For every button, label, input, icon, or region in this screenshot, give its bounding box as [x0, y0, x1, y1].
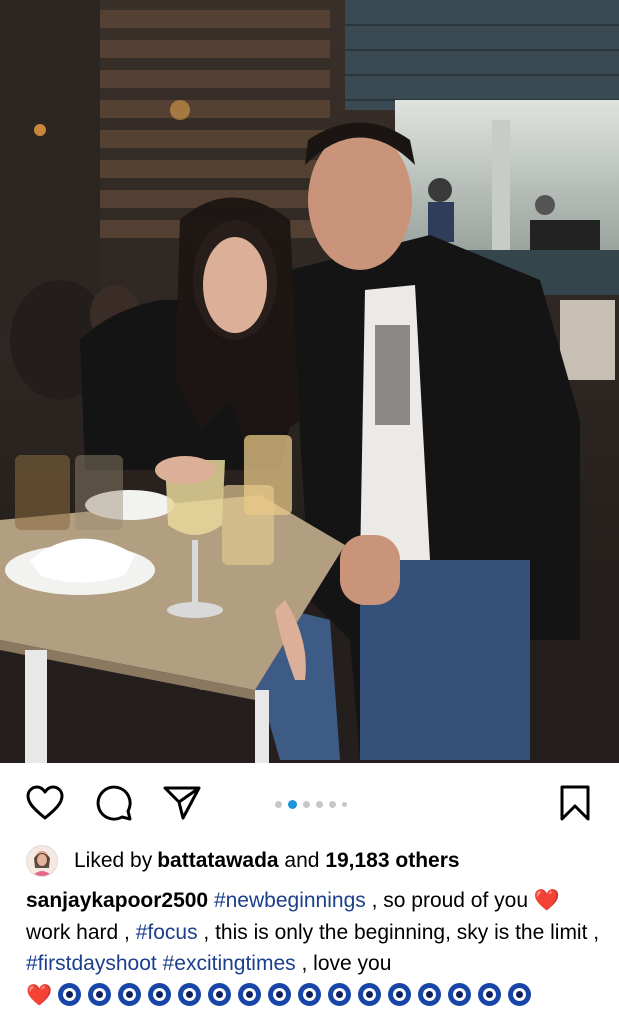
evil-eye-icon: [238, 982, 261, 1006]
caption-text: work hard ,: [26, 920, 136, 944]
evil-eye-icon: [388, 982, 411, 1006]
comment-button[interactable]: [94, 783, 134, 823]
evil-eye-icon: [358, 982, 381, 1006]
evil-eye-icon: [88, 982, 111, 1006]
evil-eye-emoji-row: [58, 982, 538, 1007]
bookmark-icon: [560, 785, 590, 821]
carousel-dot: [316, 801, 323, 808]
caption-text: , so proud of you: [365, 889, 534, 912]
evil-eye-icon: [418, 982, 441, 1006]
comment-bubble-icon: [96, 785, 132, 821]
save-button[interactable]: [555, 783, 595, 823]
likes-prefix: Liked by: [74, 849, 153, 872]
carousel-dot: [342, 802, 347, 807]
carousel-dot: [303, 801, 310, 808]
caption-text: , love you: [295, 952, 392, 975]
evil-eye-icon: [58, 982, 81, 1006]
send-paper-plane-icon: [163, 786, 201, 820]
evil-eye-icon: [268, 982, 291, 1006]
caption-text: , this is only the beginning, sky is the…: [197, 920, 600, 944]
evil-eye-icon: [478, 982, 501, 1006]
carousel-indicator: [275, 800, 347, 809]
liker-username[interactable]: battatawada: [157, 849, 278, 873]
likes-connector: and: [278, 849, 326, 872]
evil-eye-icon: [148, 982, 171, 1006]
carousel-dot: [329, 801, 336, 808]
post-photo-illustration: [0, 0, 619, 763]
share-button[interactable]: [162, 783, 202, 823]
evil-eye-icon: [208, 982, 231, 1006]
hashtag-excitingtimes[interactable]: #excitingtimes: [163, 952, 296, 975]
red-heart-icon: ❤️: [26, 983, 53, 1007]
evil-eye-icon: [178, 982, 201, 1006]
avatar-image: [27, 846, 57, 876]
like-button[interactable]: [25, 783, 65, 823]
post-caption: sanjaykapoor2500 #newbeginnings , so pro…: [26, 885, 601, 1011]
carousel-dot: [275, 801, 282, 808]
post-photo[interactable]: [0, 0, 619, 763]
post-action-bar: [0, 763, 619, 843]
likes-count[interactable]: 19,183 others: [325, 849, 459, 873]
evil-eye-icon: [298, 982, 321, 1006]
evil-eye-icon: [448, 982, 471, 1006]
evil-eye-icon: [118, 982, 141, 1006]
likes-summary: Liked by battatawada and 19,183 others: [26, 843, 460, 879]
hashtag-focus[interactable]: #focus: [136, 921, 198, 944]
hashtag-newbeginnings[interactable]: #newbeginnings: [214, 889, 366, 912]
hashtag-firstdayshoot[interactable]: #firstdayshoot: [26, 952, 157, 975]
evil-eye-icon: [508, 982, 531, 1006]
evil-eye-icon: [328, 982, 351, 1006]
red-heart-icon: ❤️: [533, 889, 561, 912]
carousel-dot-active: [288, 800, 297, 809]
heart-outline-icon: [26, 785, 64, 820]
liker-avatar[interactable]: [26, 845, 58, 877]
caption-username[interactable]: sanjaykapoor2500: [26, 889, 208, 912]
